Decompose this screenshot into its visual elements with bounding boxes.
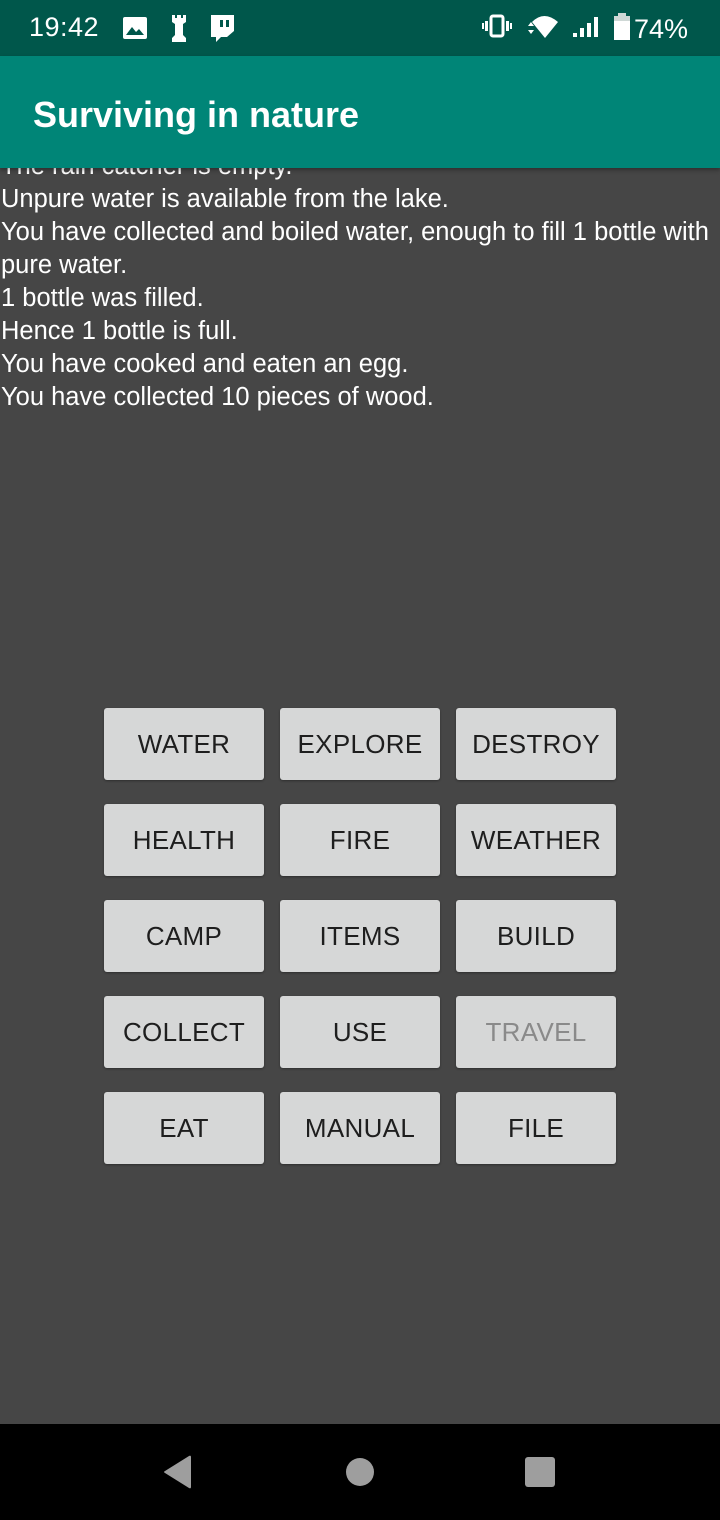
- status-time: 19:42: [29, 12, 100, 42]
- weather-button[interactable]: WEATHER: [456, 804, 616, 876]
- back-button[interactable]: [130, 1424, 226, 1520]
- log-line: 1 bottle was filled.: [1, 284, 204, 312]
- log-line: You have cooked and eaten an egg.: [1, 350, 409, 378]
- collect-button[interactable]: COLLECT: [104, 996, 264, 1068]
- app-title: Surviving in nature: [33, 94, 360, 135]
- items-button[interactable]: ITEMS: [280, 900, 440, 972]
- manual-button[interactable]: MANUAL: [280, 1092, 440, 1164]
- wifi-icon: [524, 12, 560, 47]
- log-line: Unpure water is available from the lake.: [1, 185, 449, 213]
- health-button[interactable]: HEALTH: [104, 804, 264, 876]
- recents-icon: [525, 1457, 555, 1487]
- image-icon: [122, 14, 148, 42]
- chess-rook-icon: [168, 14, 190, 42]
- destroy-button[interactable]: DESTROY: [456, 708, 616, 780]
- action-grid: WATER EXPLORE DESTROY HEALTH FIRE WEATHE…: [104, 708, 616, 1164]
- fire-button[interactable]: FIRE: [280, 804, 440, 876]
- build-button[interactable]: BUILD: [456, 900, 616, 972]
- log-line: You have collected and boiled water, eno…: [1, 218, 716, 279]
- file-button[interactable]: FILE: [456, 1092, 616, 1164]
- recents-button[interactable]: [492, 1424, 588, 1520]
- navigation-bar: [0, 1424, 720, 1520]
- back-icon: [164, 1455, 191, 1489]
- battery-percent: 74%: [633, 14, 688, 44]
- message-log: The rain catcher is empty. Unpure water …: [1, 150, 716, 414]
- log-line: Hence 1 bottle is full.: [1, 317, 238, 345]
- twitch-icon: [208, 14, 236, 42]
- status-right-group: 74%: [481, 12, 688, 47]
- battery-group: 74%: [613, 12, 688, 47]
- home-icon: [346, 1458, 374, 1486]
- explore-button[interactable]: EXPLORE: [280, 708, 440, 780]
- signal-icon: [572, 14, 602, 45]
- status-bar: 19:42 74%: [0, 0, 720, 56]
- vibrate-icon: [481, 14, 512, 45]
- travel-button: TRAVEL: [456, 996, 616, 1068]
- home-button[interactable]: [312, 1424, 408, 1520]
- use-button[interactable]: USE: [280, 996, 440, 1068]
- battery-icon: [613, 12, 630, 47]
- eat-button[interactable]: EAT: [104, 1092, 264, 1164]
- log-line: You have collected 10 pieces of wood.: [1, 383, 434, 411]
- app-bar: Surviving in nature: [0, 56, 720, 168]
- water-button[interactable]: WATER: [104, 708, 264, 780]
- camp-button[interactable]: CAMP: [104, 900, 264, 972]
